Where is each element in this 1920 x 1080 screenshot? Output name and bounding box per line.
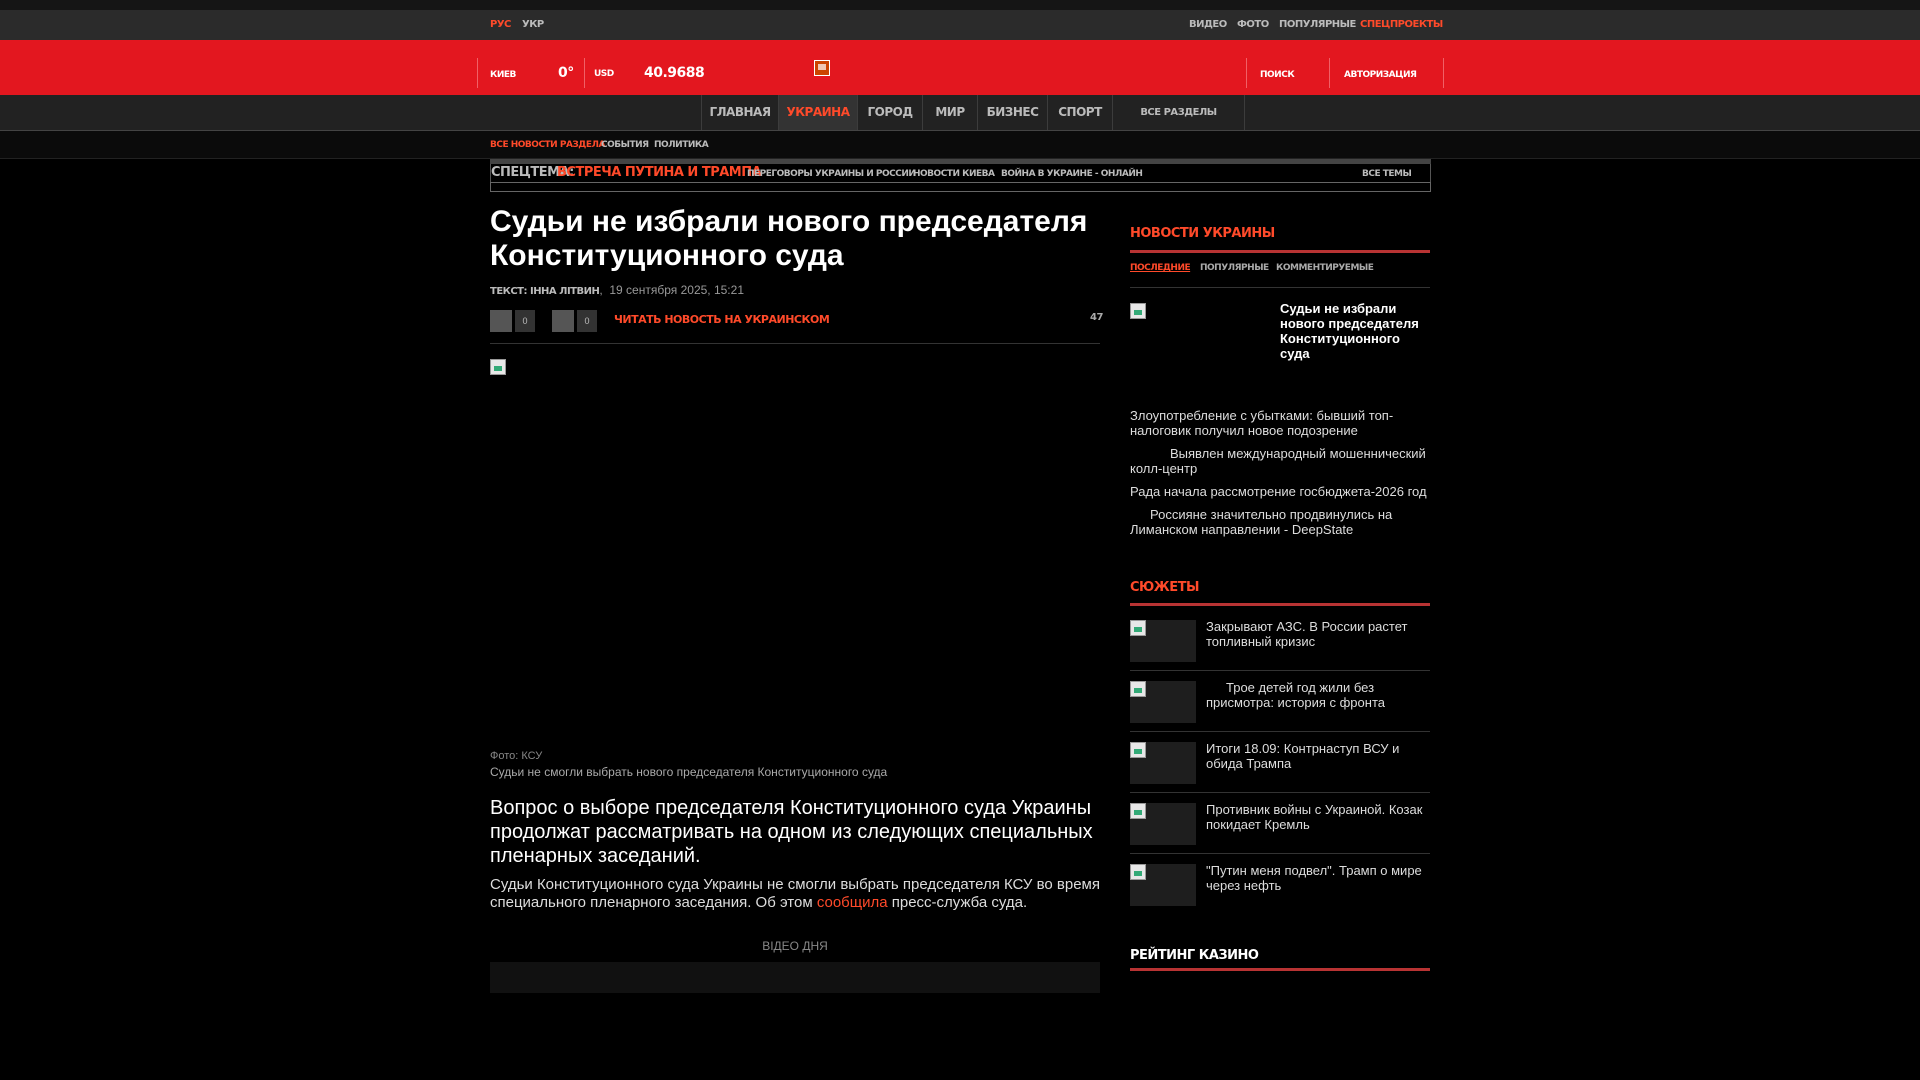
divider [1246,58,1247,88]
city-label: КИЕВ [490,70,516,80]
heading-rule [1130,968,1430,971]
article-author[interactable]: ТЕКСТ: ІННА ЛІТВИН [490,286,600,297]
divider [477,58,478,88]
site-header: КИЕВ 0° USD 40.9688 ПОИСК АВТОРИЗАЦИЯ [0,40,1920,95]
photo-caption: Судьи не смогли выбрать нового председат… [490,765,888,779]
article-meta: ТЕКСТ: ІННА ЛІТВИН, 19 сентября 2025, 15… [490,283,744,297]
read-ukrainian-link[interactable]: ЧИТАТЬ НОВОСТЬ НА УКРАИНСКОМ [614,313,830,326]
story-title[interactable]: Закрывают АЗС. В России растет топливный… [1206,619,1430,649]
nav-city[interactable]: ГОРОД [857,95,922,130]
dislike-button[interactable] [552,310,574,332]
top-strip [0,0,1920,10]
top-news-image[interactable] [1130,303,1146,319]
divider [1130,853,1430,854]
heading-rule [1130,250,1430,253]
story-thumbnail[interactable] [1130,742,1196,784]
news-item[interactable]: Злоупотребление с убытками: бывший топ-н… [1130,408,1430,438]
image-icon [1130,864,1146,880]
nav-business[interactable]: БИЗНЕС [977,95,1047,130]
like-count: 0 [515,310,535,332]
news-item[interactable]: Россияне значительно продвинулись на Лим… [1130,507,1430,537]
nav-sport[interactable]: СПОРТ [1047,95,1112,130]
tab-commented[interactable]: КОММЕНТИРУЕМЫЕ [1276,263,1374,273]
currency-value: 40.9688 [644,65,705,81]
divider [584,58,585,88]
heading-rule [1130,603,1430,606]
subnav-events[interactable]: СОБЫТИЯ [601,140,649,150]
view-count: 47 [1090,312,1103,323]
video-player[interactable] [490,962,1100,993]
currency-label: USD [594,69,614,79]
search-button[interactable]: ПОИСК [1260,70,1295,80]
divider [1130,670,1430,671]
divider [1130,287,1430,288]
casino-rating-heading[interactable]: РЕЙТИНГ КАЗИНО [1130,948,1259,963]
image-icon [1130,742,1146,758]
article-date: 19 сентября 2025, 15:21 [609,283,744,297]
news-item[interactable]: Выявлен международный мошеннический колл… [1130,446,1430,476]
stories-heading[interactable]: СЮЖЕТЫ [1130,580,1199,595]
tab-latest[interactable]: ПОСЛЕДНИЕ [1130,263,1191,273]
story-thumbnail[interactable] [1130,620,1196,662]
section-subnav: ВСЕ НОВОСТИ РАЗДЕЛА СОБЫТИЯ ПОЛИТИКА [0,131,1920,159]
top-bar: РУС УКР ВИДЕО ФОТО ПОПУЛЯРНЫЕ СПЕЦПРОЕКТ… [0,10,1920,40]
divider [1443,58,1444,88]
divider [1329,58,1330,88]
article-body: Судьи Конституционного суда Украины не с… [490,876,1110,912]
story-title[interactable]: Итоги 18.09: Контрнаступ ВСУ и обида Тра… [1206,741,1430,771]
article-lead: Вопрос о выборе председателя Конституцио… [490,797,1093,867]
photo-credit: Фото: КСУ [490,750,543,762]
story-title[interactable]: Трое детей год жили без присмотра: истор… [1206,680,1430,710]
divider [1130,731,1430,732]
article-title: Судьи не избрали нового председателя Кон… [490,205,1088,272]
story-thumbnail[interactable] [1130,803,1196,845]
nav-ukraine[interactable]: УКРАИНА [778,95,857,130]
top-link-video[interactable]: ВИДЕО [1189,19,1227,30]
like-button[interactable] [490,310,512,332]
spec-highlight-link[interactable]: ВСТРЕЧА ПУТИНА И ТРАМПА [557,165,762,180]
story-title[interactable]: "Путин меня подвел". Трамп о мире через … [1206,863,1430,893]
subnav-all-news[interactable]: ВСЕ НОВОСТИ РАЗДЕЛА [490,140,605,150]
source-link[interactable]: сообщила [817,894,888,911]
top-news-title[interactable]: Судьи не избрали нового председателя Кон… [1280,301,1430,361]
subnav-politics[interactable]: ПОЛИТИКА [654,140,709,150]
image-icon [1130,803,1146,819]
nav-world[interactable]: МИР [922,95,977,130]
news-item[interactable]: Рада начала рассмотрение госбюджета-2026… [1130,484,1430,499]
top-link-photo[interactable]: ФОТО [1237,19,1269,30]
divider [1130,792,1430,793]
temperature: 0° [558,65,574,81]
top-link-special[interactable]: СПЕЦПРОЕКТЫ [1360,19,1443,30]
story-thumbnail[interactable] [1130,681,1196,723]
lang-ru-link[interactable]: РУС [490,19,511,30]
top-link-popular[interactable]: ПОПУЛЯРНЫЕ [1279,19,1356,30]
news-ukraine-heading[interactable]: НОВОСТИ УКРАИНЫ [1130,226,1275,241]
divider [490,343,1100,344]
image-icon [1130,681,1146,697]
nav-home[interactable]: ГЛАВНАЯ [701,95,778,130]
site-logo[interactable] [814,60,830,76]
lang-ua-link[interactable]: УКР [522,19,544,30]
image-icon [1130,620,1146,636]
article-image [490,359,506,375]
spec-divider [490,182,1431,192]
all-topics-link[interactable]: ВСЕ ТЕМЫ [1362,169,1412,179]
nav-all-sections[interactable]: ВСЕ РАЗДЕЛЫ [1112,95,1245,130]
spec-link[interactable]: НОВОСТИ КИЕВА [913,169,995,179]
auth-button[interactable]: АВТОРИЗАЦИЯ [1344,70,1417,80]
body-text: пресс-служба суда. [887,894,1028,911]
spec-link[interactable]: ПЕРЕГОВОРЫ УКРАИНЫ И РОССИИ [747,169,916,179]
tab-popular[interactable]: ПОПУЛЯРНЫЕ [1200,263,1269,273]
video-of-day-label: ВІДЕО ДНЯ [762,939,828,953]
dislike-count: 0 [577,310,597,332]
spec-link[interactable]: ВОЙНА В УКРАИНЕ - ОНЛАЙН [1001,169,1143,179]
story-title[interactable]: Противник войны с Украиной. Козак покида… [1206,802,1430,832]
story-thumbnail[interactable] [1130,864,1196,906]
main-nav: ГЛАВНАЯ УКРАИНА ГОРОД МИР БИЗНЕС СПОРТ В… [0,95,1920,131]
